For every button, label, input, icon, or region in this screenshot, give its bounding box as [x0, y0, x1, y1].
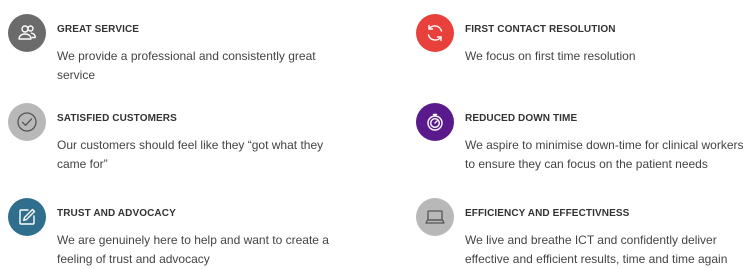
feature-description: We provide a professional and consistent…	[57, 49, 316, 82]
edit-icon	[8, 198, 46, 236]
feature-title: EFFICIENCY AND EFFECTIVNESS	[465, 208, 630, 219]
feature-description: We are genuinely here to help and want t…	[57, 233, 329, 266]
laptop-icon	[416, 198, 454, 236]
people-icon	[8, 14, 46, 52]
feature-title: FIRST CONTACT RESOLUTION	[465, 24, 616, 35]
feature-title: SATISFIED CUSTOMERS	[57, 113, 177, 124]
feature-description: We focus on first time resolution	[465, 49, 636, 63]
feature-description: Our customers should feel like they “got…	[57, 138, 324, 171]
feature-description: We live and breathe ICT and confidently …	[465, 233, 728, 266]
feature-description: We aspire to minimise down-time for clin…	[465, 138, 744, 171]
feature-title: REDUCED DOWN TIME	[465, 113, 578, 124]
timer-icon	[416, 103, 454, 141]
feature-title: TRUST AND ADVOCACY	[57, 208, 176, 219]
feature-title: GREAT SERVICE	[57, 24, 140, 35]
check-circle-icon	[8, 103, 46, 141]
refresh-icon	[416, 14, 454, 52]
